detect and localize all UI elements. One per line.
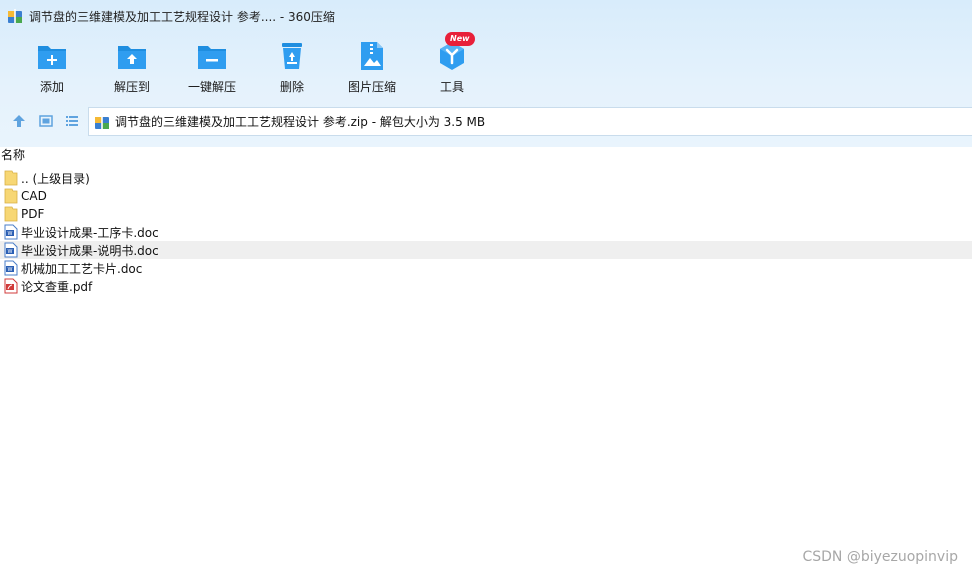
add-folder-icon — [38, 46, 66, 69]
navigation-row: 调节盘的三维建模及加工工艺规程设计 参考.zip - 解包大小为 3.5 MB — [0, 107, 972, 136]
folder-icon — [4, 206, 18, 222]
tools-label: 工具 — [439, 80, 464, 94]
folder-icon — [4, 188, 18, 204]
extract-to-label: 解压到 — [113, 80, 150, 94]
one-click-extract-label: 一键解压 — [187, 80, 236, 94]
file-name: 毕业设计成果-工序卡.doc — [21, 225, 159, 240]
list-view-icon[interactable] — [64, 113, 80, 129]
title-bar: 调节盘的三维建模及加工工艺规程设计 参考.... - 360压缩 — [0, 0, 972, 32]
window-title: 调节盘的三维建模及加工工艺规程设计 参考.... - 360压缩 — [29, 9, 335, 24]
file-name: 论文查重.pdf — [21, 279, 93, 294]
add-button[interactable]: 添加 — [12, 38, 92, 100]
image-compress-label: 图片压缩 — [347, 80, 396, 94]
word-doc-icon: W — [4, 260, 18, 276]
list-item[interactable]: W 机械加工工艺卡片.doc — [0, 259, 972, 277]
list-item[interactable]: .. (上级目录) — [0, 169, 972, 187]
top-area: 调节盘的三维建模及加工工艺规程设计 参考.... - 360压缩 添加 解压到 — [0, 0, 972, 147]
thumbnail-view-icon[interactable] — [38, 113, 54, 129]
extract-folder-icon — [118, 46, 146, 69]
image-compress-icon — [361, 42, 383, 70]
list-item[interactable]: 论文查重.pdf — [0, 277, 972, 295]
list-item[interactable]: W 毕业设计成果-工序卡.doc — [0, 223, 972, 241]
zip-archive-icon — [95, 114, 109, 129]
add-label: 添加 — [39, 80, 64, 94]
new-badge: New — [445, 32, 475, 46]
toolbar: 添加 解压到 一键解压 删除 图片压缩 New 工具 — [0, 32, 972, 100]
extract-to-button[interactable]: 解压到 — [92, 38, 172, 100]
file-name: PDF — [21, 207, 45, 221]
up-arrow-icon[interactable] — [11, 113, 27, 129]
delete-label: 删除 — [279, 80, 304, 94]
list-item[interactable]: W 毕业设计成果-说明书.doc — [0, 241, 972, 259]
file-list: .. (上级目录) CAD PDF W 毕业设计成果-工序卡.doc W 毕业设… — [0, 169, 972, 295]
word-doc-icon: W — [4, 224, 18, 240]
tools-button[interactable]: New 工具 — [412, 32, 492, 100]
path-text: 调节盘的三维建模及加工工艺规程设计 参考.zip - 解包大小为 3.5 MB — [115, 115, 486, 129]
watermark: CSDN @biyezuopinvip — [802, 549, 958, 565]
folder-icon — [4, 170, 18, 186]
pdf-icon — [4, 278, 18, 294]
list-item[interactable]: PDF — [0, 205, 972, 223]
word-doc-icon: W — [4, 242, 18, 258]
file-name: 机械加工工艺卡片.doc — [21, 261, 143, 276]
column-header-name[interactable]: 名称 — [0, 147, 972, 165]
path-bar[interactable]: 调节盘的三维建模及加工工艺规程设计 参考.zip - 解包大小为 3.5 MB — [88, 107, 972, 136]
one-click-extract-button[interactable]: 一键解压 — [172, 38, 252, 100]
file-name: .. (上级目录) — [21, 171, 90, 186]
one-click-extract-icon — [198, 46, 226, 69]
svg-text:W: W — [8, 249, 13, 255]
file-name: CAD — [21, 189, 47, 203]
svg-text:W: W — [8, 231, 13, 237]
list-item[interactable]: CAD — [0, 187, 972, 205]
svg-text:W: W — [8, 267, 13, 273]
recycle-bin-icon — [282, 43, 302, 69]
archive-app-icon — [8, 9, 22, 23]
delete-button[interactable]: 删除 — [252, 38, 332, 100]
image-compress-button[interactable]: 图片压缩 — [332, 38, 412, 100]
file-name: 毕业设计成果-说明书.doc — [21, 243, 159, 258]
